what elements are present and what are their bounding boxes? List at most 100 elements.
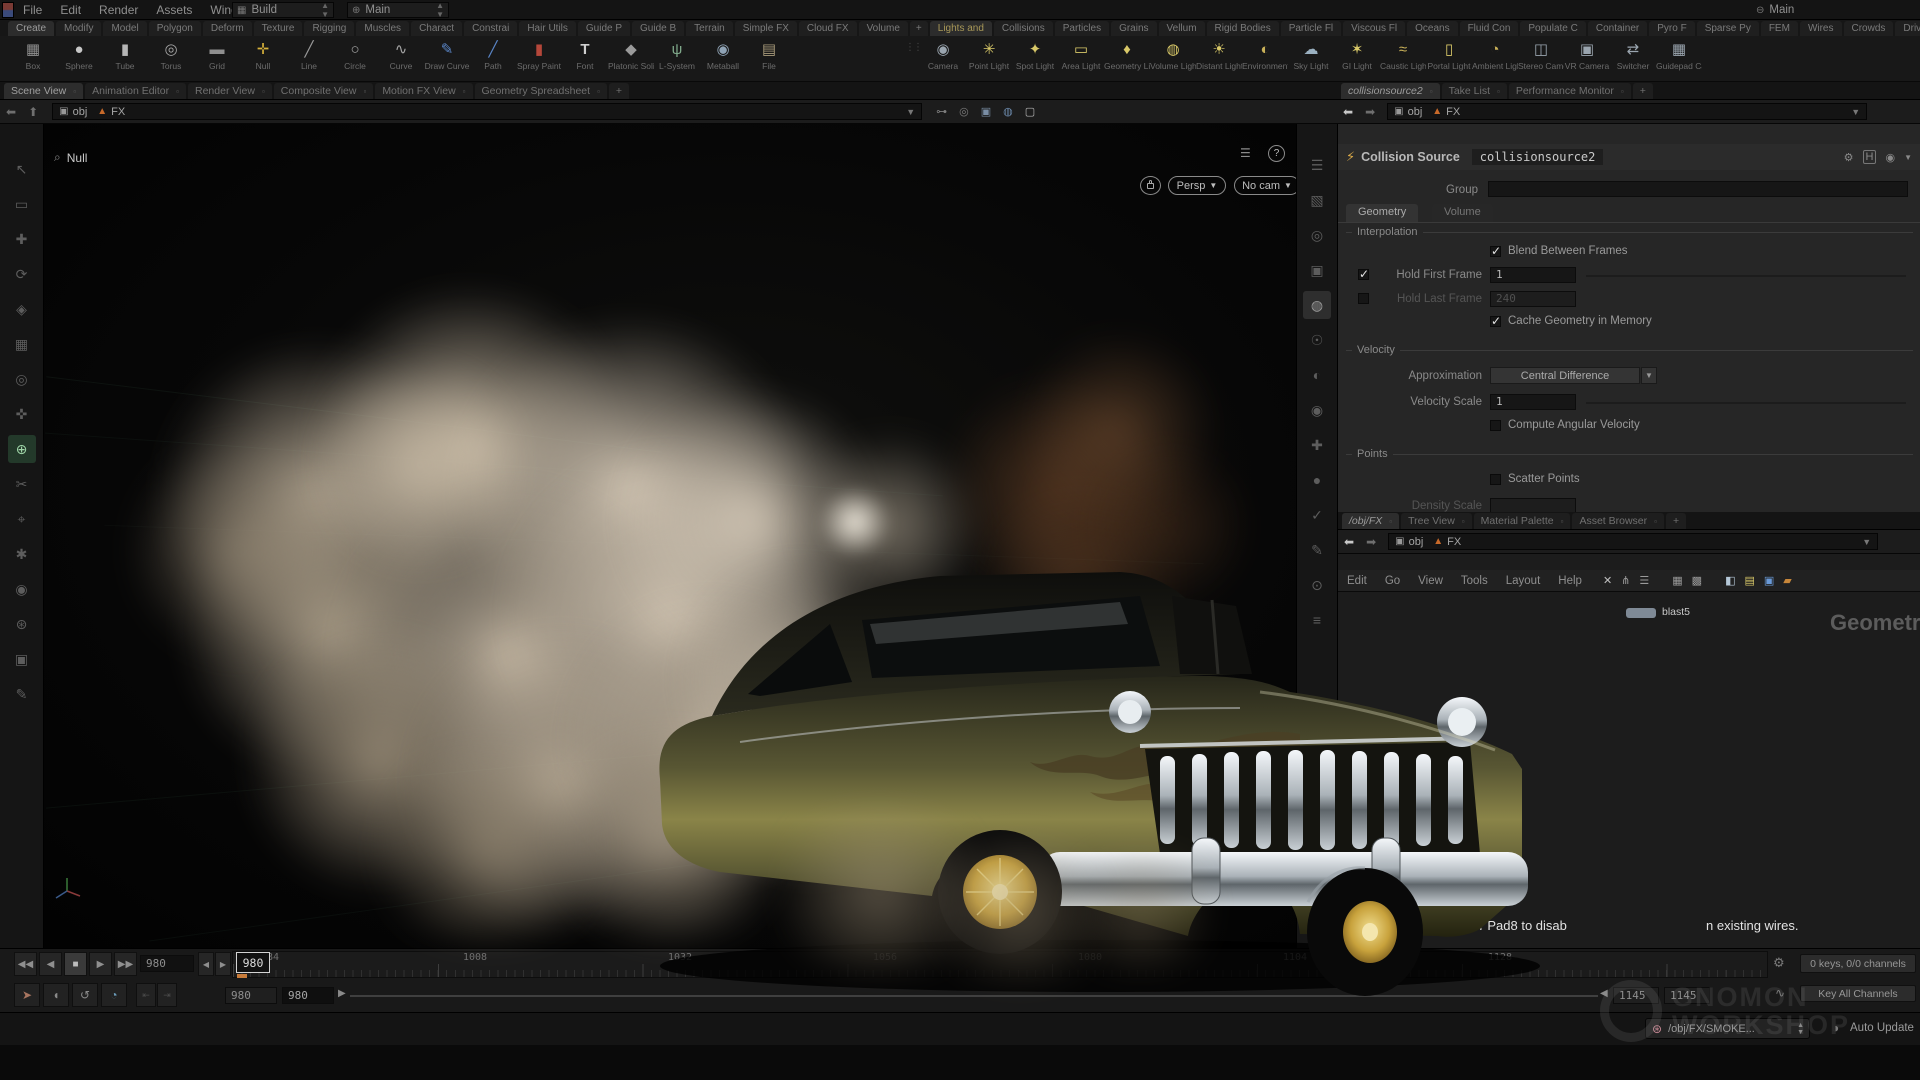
cook-mode-selector[interactable]: Auto Update bbox=[1850, 1022, 1914, 1034]
toolbar-icon[interactable]: ▰ bbox=[1783, 574, 1791, 587]
shelf-tab[interactable]: Guide P bbox=[578, 21, 630, 36]
toolbar-icon[interactable]: ⋔ bbox=[1621, 574, 1630, 587]
velocity-scale-slider[interactable] bbox=[1586, 402, 1906, 404]
display-option-icon[interactable]: ⊙ bbox=[1303, 571, 1331, 599]
viewport-tool-icon[interactable]: ✱ bbox=[8, 540, 36, 568]
shelf-tab[interactable]: Hair Utils bbox=[519, 21, 576, 36]
pane-tab[interactable]: Motion FX View bbox=[375, 83, 472, 99]
shelf-tool[interactable]: ◔Ambient Light bbox=[1472, 36, 1518, 71]
shelf-tab[interactable]: Rigging bbox=[304, 21, 354, 36]
playbar-option-icon[interactable]: ➤ bbox=[14, 983, 40, 1007]
display-option-icon[interactable]: ◉ bbox=[1303, 396, 1331, 424]
radial-menu-icon[interactable]: ◎ bbox=[959, 105, 969, 118]
scene-viewport[interactable]: ⌕ Null ☰ ? Persp▼ No cam▼ bbox=[44, 124, 1296, 948]
scene-path-field[interactable]: ▣ obj ▲ FX ▼ bbox=[52, 103, 922, 120]
playhead-marker[interactable] bbox=[237, 974, 247, 978]
shelf-tab[interactable]: Sparse Py bbox=[1697, 21, 1759, 36]
key-all-channels-button[interactable]: Key All Channels bbox=[1800, 985, 1916, 1002]
shelf-tab[interactable]: Collisions bbox=[994, 21, 1053, 36]
transport-button[interactable]: ■ bbox=[64, 952, 87, 976]
playbar-option-icon[interactable]: ◖ bbox=[43, 983, 69, 1007]
shelf-tab[interactable]: Vellum bbox=[1159, 21, 1205, 36]
shelf-tool[interactable]: ╱Line bbox=[286, 36, 332, 71]
global-range-start-field[interactable]: 980 bbox=[225, 987, 277, 1004]
shelf-tool[interactable]: ✶GI Light bbox=[1334, 36, 1380, 71]
step-back-button[interactable]: ◀ bbox=[198, 952, 214, 976]
shelf-tab[interactable]: Pyro F bbox=[1649, 21, 1694, 36]
toolbar-icon[interactable]: ▦ bbox=[1672, 574, 1682, 587]
approximation-dropdown-arrow[interactable]: ▼ bbox=[1641, 367, 1657, 384]
display-option-icon[interactable]: ☉ bbox=[1303, 326, 1331, 354]
shelf-tab[interactable]: Grains bbox=[1111, 21, 1156, 36]
shelf-handle[interactable]: ⋮⋮ bbox=[905, 42, 921, 53]
shelf-tab[interactable]: Charact bbox=[411, 21, 462, 36]
shelf-tab[interactable]: Oceans bbox=[1407, 21, 1457, 36]
pane-tab[interactable]: Asset Browser bbox=[1572, 513, 1664, 529]
shelf-tool[interactable]: ▭Area Light bbox=[1058, 36, 1104, 71]
menu-item[interactable]: Render bbox=[90, 0, 147, 20]
back-icon[interactable]: ⬅ bbox=[6, 105, 16, 119]
display-options-icon[interactable]: ☰ bbox=[1240, 146, 1251, 160]
shelf-tool[interactable]: ▯Portal Light bbox=[1426, 36, 1472, 71]
display-option-icon[interactable]: ◎ bbox=[1303, 221, 1331, 249]
shelf-tool[interactable]: ◍Volume Light bbox=[1150, 36, 1196, 71]
shelf-tool[interactable]: ≈Caustic Light bbox=[1380, 36, 1426, 71]
range-limit-fwd-icon[interactable]: ⇥ bbox=[157, 983, 177, 1007]
layout-combo[interactable]: ⊕ Main ▲▼ bbox=[347, 2, 449, 18]
pane-tab[interactable]: Performance Monitor bbox=[1509, 83, 1631, 99]
display-option-icon[interactable]: ☰ bbox=[1303, 151, 1331, 179]
shelf-tab[interactable]: Terrain bbox=[686, 21, 733, 36]
pane-tab[interactable]: collisionsource2 bbox=[1341, 83, 1440, 99]
back-icon[interactable]: ⬅ bbox=[1344, 535, 1354, 549]
display-option-icon[interactable]: ≡ bbox=[1303, 606, 1331, 634]
pane-tab[interactable]: Tree View bbox=[1401, 513, 1472, 529]
menu-item[interactable]: View bbox=[1409, 571, 1452, 591]
node-blast5[interactable] bbox=[1626, 608, 1656, 618]
group-field[interactable] bbox=[1488, 181, 1908, 197]
toolbar-icon[interactable]: ☰ bbox=[1639, 574, 1649, 587]
pane-tab[interactable]: Render View bbox=[188, 83, 272, 99]
viewport-tool-icon[interactable]: ✜ bbox=[8, 400, 36, 428]
shelf-tab[interactable]: Simple FX bbox=[735, 21, 797, 36]
display-option-icon[interactable]: ✎ bbox=[1303, 536, 1331, 564]
viewport-tool-icon[interactable]: ✎ bbox=[8, 680, 36, 708]
viewport-tool-icon[interactable]: ✚ bbox=[8, 225, 36, 253]
menu-item[interactable]: Go bbox=[1376, 571, 1409, 591]
shelf-tool[interactable]: ✛Null bbox=[240, 36, 286, 71]
toolbar-icon[interactable]: ▩ bbox=[1692, 574, 1702, 587]
shelf-tab[interactable]: + bbox=[910, 21, 928, 36]
help-badge[interactable]: H bbox=[1863, 150, 1877, 164]
toolbar-icon[interactable]: ◧ bbox=[1725, 574, 1735, 587]
menu-item[interactable]: Layout bbox=[1497, 571, 1550, 591]
shelf-tab[interactable]: Create bbox=[8, 21, 54, 36]
shelf-tab[interactable]: Container bbox=[1588, 21, 1647, 36]
shelf-tool[interactable]: ◐Environment Light bbox=[1242, 36, 1288, 71]
viewport-tool-icon[interactable]: ↖ bbox=[8, 155, 36, 183]
display-option-icon[interactable]: ▣ bbox=[1303, 256, 1331, 284]
menu-item[interactable]: Edit bbox=[1338, 571, 1376, 591]
shelf-tab[interactable]: Fluid Con bbox=[1460, 21, 1519, 36]
shelf-tab[interactable]: Viscous Fl bbox=[1343, 21, 1405, 36]
velocity-scale-field[interactable]: 1 bbox=[1490, 394, 1576, 410]
shelf-tool[interactable]: ▮Spray Paint bbox=[516, 36, 562, 71]
scatter-points-checkbox[interactable] bbox=[1490, 474, 1501, 485]
pane-tab[interactable]: Geometry Spreadsheet bbox=[475, 83, 607, 99]
pane-tab[interactable]: /obj/FX bbox=[1342, 513, 1399, 529]
shelf-tab[interactable]: Guide B bbox=[632, 21, 684, 36]
viewport-tool-icon[interactable]: ◉ bbox=[8, 575, 36, 603]
pane-tab[interactable]: Material Palette bbox=[1474, 513, 1571, 529]
snapshot-icon[interactable]: ▣ bbox=[981, 105, 991, 118]
current-frame-field[interactable]: 980 bbox=[140, 955, 194, 972]
pane-tab[interactable]: Animation Editor bbox=[85, 83, 186, 99]
help-icon[interactable]: ? bbox=[1268, 145, 1285, 162]
hold-first-frame-field[interactable]: 1 bbox=[1490, 267, 1576, 283]
shelf-tab[interactable]: Model bbox=[103, 21, 146, 36]
viewport-tool-icon[interactable]: ⟳ bbox=[8, 260, 36, 288]
toolbar-icon[interactable]: ▤ bbox=[1744, 574, 1754, 587]
path-context[interactable]: ▣ obj bbox=[1394, 106, 1422, 118]
chevron-down-icon[interactable]: ▼ bbox=[1904, 153, 1912, 162]
camera-pill[interactable]: No cam▼ bbox=[1234, 176, 1296, 195]
toolbar-icon[interactable]: ▣ bbox=[1764, 574, 1774, 587]
shelf-tab[interactable]: Rigid Bodies bbox=[1207, 21, 1279, 36]
range-end-field[interactable]: 1145 bbox=[1613, 987, 1659, 1004]
